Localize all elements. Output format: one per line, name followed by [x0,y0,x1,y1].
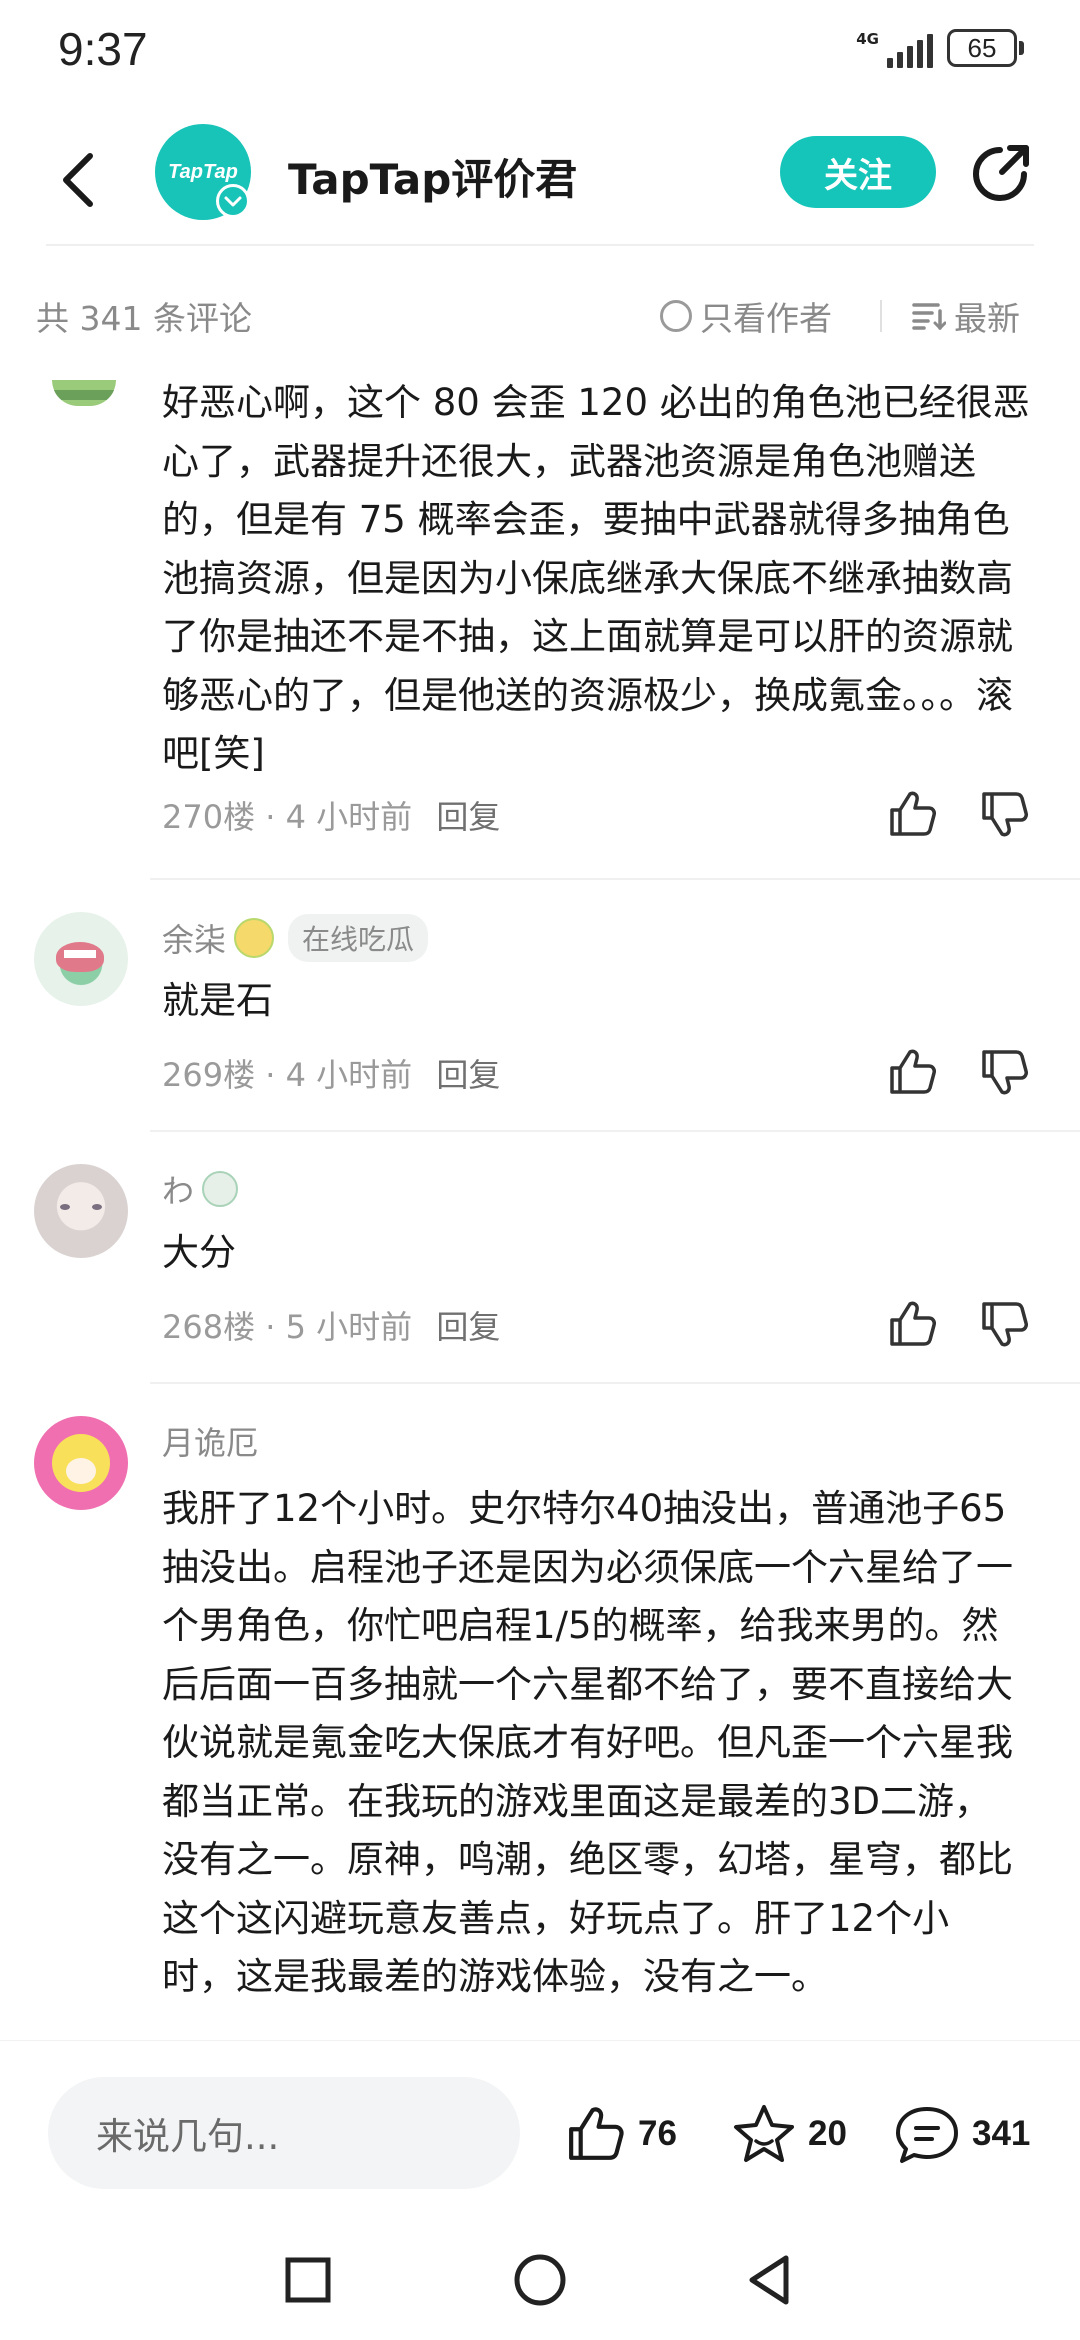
comment-divider [150,1382,1080,1384]
reply-button[interactable]: 回复 [436,1308,500,1346]
comment-divider [150,878,1080,880]
author-only-toggle[interactable]: 只看作者 [660,292,832,340]
comment-divider [150,1130,1080,1132]
comment-text: 就是石 [162,979,273,1022]
follow-button[interactable]: 关注 [780,136,936,208]
status-icons: 4G 65 [856,28,1024,68]
reply-button[interactable]: 回复 [436,1056,500,1094]
avatar[interactable] [34,912,128,1006]
home-circle-icon[interactable] [510,2250,570,2310]
comment-item: 好恶心啊，这个 80 会歪 120 必出的角色池已经很恶心了，武器提升还很大，武… [0,378,1080,878]
user-badge: 在线吃瓜 [288,914,429,962]
author-only-label: 只看作者 [700,299,832,338]
comment-item: 余柒 在线吃瓜 就是石 269楼 · 4 小时前 回复 [0,900,1080,1130]
verified-badge-icon [216,184,250,218]
thumbs-down-icon[interactable] [978,1046,1030,1098]
share-button[interactable] [966,140,1034,208]
comment-author[interactable]: 余柒 在线吃瓜 [162,914,429,962]
thumbs-up-icon [569,2107,624,2160]
chevron-left-icon [63,153,93,207]
battery-level: 65 [947,29,1017,67]
page-header: TapTap TapTap评价君 关注 [0,120,1080,240]
comments-button[interactable]: 341 [894,2103,1030,2165]
reply-button[interactable]: 回复 [436,798,500,836]
share-icon [973,145,1029,201]
floor-number: 269楼 [162,1056,256,1094]
thumbs-up-icon[interactable] [886,1046,938,1098]
bottom-action-bar: 来说几句... 76 20 341 [0,2040,1080,2220]
page-title[interactable]: TapTap评价君 [288,146,577,207]
sort-button[interactable]: 最新 [912,292,1020,340]
comment-input[interactable]: 来说几句... [48,2077,520,2189]
comment-time: 5 小时前 [285,1308,413,1346]
favorite-count: 20 [808,2114,847,2153]
back-button[interactable] [48,142,108,218]
thumbs-up-icon[interactable] [886,788,938,840]
like-count: 76 [638,2114,677,2153]
header-divider [46,244,1034,246]
comment-total: 341 [972,2114,1031,2153]
comment-item: わ 大分 268楼 · 5 小时前 回复 [0,1152,1080,1382]
favorite-button[interactable]: 20 [732,2103,847,2165]
thumbs-down-icon[interactable] [978,1298,1030,1350]
comment-text: 大分 [162,1231,236,1274]
avatar[interactable] [34,1416,128,1510]
like-button[interactable]: 76 [564,2103,677,2165]
thumbs-down-icon[interactable] [978,788,1030,840]
recents-square-icon[interactable] [278,2250,338,2310]
comment-text: 好恶心啊，这个 80 会歪 120 必出的角色池已经很恶心了，武器提升还很大，武… [162,381,1030,775]
status-bar: 9:37 4G 65 [0,0,1080,100]
comment-item: 月诡厄 我肝了12个小时。史尔特尔40抽没出，普通池子65抽没出。启程池子还是因… [0,1404,1080,2040]
avatar[interactable] [34,1164,128,1258]
comment-time: 4 小时前 [285,798,413,836]
author-name: 余柒 [162,921,227,959]
battery-icon: 65 [947,29,1024,67]
network-type: 4G [856,30,879,48]
comment-count: 共 341 条评论 [36,299,252,338]
emoji-avatar-icon [202,1171,239,1207]
chat-bubble-icon [896,2107,958,2163]
signal-icon: 4G [856,28,933,68]
radio-icon [660,300,692,332]
comment-meta: 269楼 · 4 小时前 回复 [162,1056,501,1094]
avatar[interactable] [52,380,116,406]
comment-meta: 270楼 · 4 小时前 回复 [162,798,501,836]
emoji-avatar-icon [234,918,275,958]
back-triangle-icon[interactable] [740,2250,800,2310]
comment-text: 我肝了12个小时。史尔特尔40抽没出，普通池子65抽没出。启程池子还是因为必须保… [162,1487,1013,1998]
system-nav-bar [0,2220,1080,2340]
floor-number: 268楼 [162,1308,256,1346]
floor-number: 270楼 [162,798,256,836]
comment-author[interactable]: わ [162,1166,239,1212]
sort-icon [912,303,946,331]
author-name: わ [162,1172,195,1210]
filter-divider [880,300,882,332]
author-name: 月诡厄 [162,1424,259,1462]
comment-time: 4 小时前 [285,1056,413,1094]
comment-author[interactable]: 月诡厄 [162,1418,258,1464]
thumbs-up-icon[interactable] [886,1298,938,1350]
star-icon [734,2105,794,2162]
sort-label: 最新 [954,299,1020,338]
status-time: 9:37 [58,23,148,75]
comment-meta: 268楼 · 5 小时前 回复 [162,1308,501,1346]
filter-bar: 共 341 条评论 只看作者 最新 [0,286,1080,346]
